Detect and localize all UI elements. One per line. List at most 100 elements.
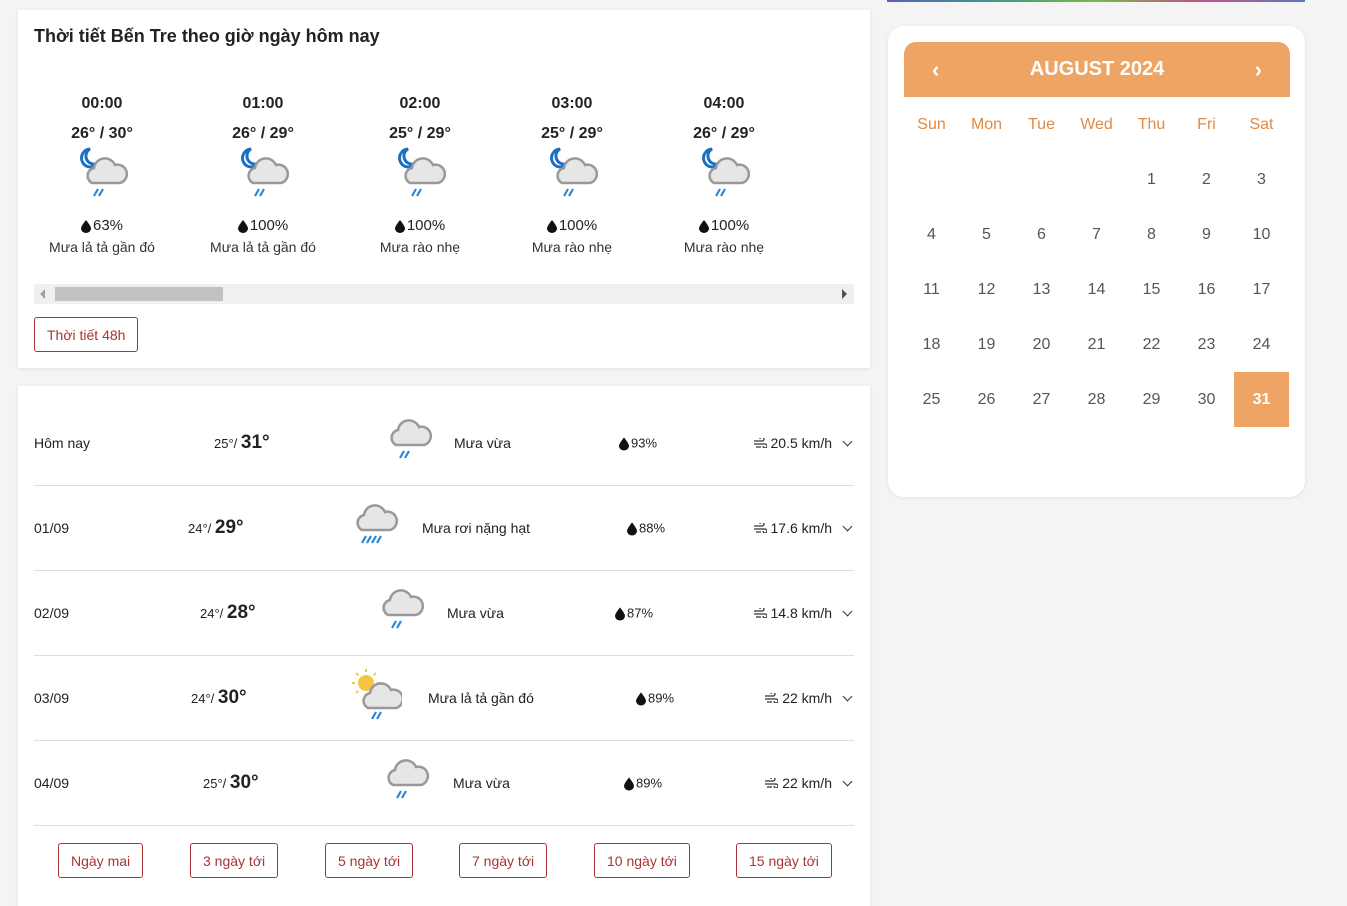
hourly-title: Thời tiết Bến Tre theo giờ ngày hôm nay (34, 26, 380, 46)
calendar-day[interactable]: 24 (1234, 317, 1289, 372)
hour-desc: Mưa rào nhẹ (683, 239, 765, 255)
daily-row[interactable]: Hôm nay 25°/ 31° Mưa vừa 93% 20.5 km/h (34, 401, 854, 486)
day-date: 01/09 (34, 520, 70, 536)
humidity-drop-icon (80, 217, 93, 234)
chevron-down-icon[interactable] (842, 521, 853, 531)
calendar-day[interactable]: 30 (1179, 372, 1234, 427)
calendar-day[interactable]: 12 (959, 262, 1014, 317)
calendar-day[interactable]: 6 (1014, 207, 1069, 262)
calendar-day[interactable]: 26 (959, 372, 1014, 427)
weekday-label: Thu (1137, 116, 1166, 133)
day-date: 02/09 (34, 605, 70, 621)
day-wind: 22 km/h (782, 775, 832, 791)
chevron-down-icon[interactable] (842, 776, 853, 786)
calendar-day[interactable]: 31 (1234, 372, 1289, 427)
scroll-right-arrow-icon[interactable] (842, 289, 847, 299)
chevron-down-icon[interactable] (842, 606, 853, 616)
day-low: 24° (188, 521, 208, 536)
calendar-day[interactable]: 5 (959, 207, 1014, 262)
weekday-label: Fri (1197, 116, 1216, 133)
hour-time: 04:00 (703, 95, 745, 112)
daily-row[interactable]: 02/09 24°/ 28° Mưa vừa 87% 14.8 km/h (34, 571, 854, 656)
hour-time: 00:00 (81, 95, 123, 112)
calendar-day[interactable]: 9 (1179, 207, 1234, 262)
next-month-button[interactable]: › (1255, 57, 1262, 83)
calendar-day[interactable]: 15 (1124, 262, 1179, 317)
hour-desc: Mưa lả tả gần đó (210, 239, 316, 255)
calendar-day[interactable]: 14 (1069, 262, 1124, 317)
calendar-day[interactable]: 20 (1014, 317, 1069, 372)
forecast-range-button[interactable]: 15 ngày tới (736, 843, 832, 878)
calendar-day[interactable]: 8 (1124, 207, 1179, 262)
calendar-day[interactable]: 25 (904, 372, 959, 427)
scrollbar-thumb[interactable] (55, 287, 223, 301)
calendar-day[interactable]: 1 (1124, 152, 1179, 207)
wind-icon (764, 775, 779, 791)
scroll-left-arrow-icon[interactable] (40, 289, 45, 299)
calendar-day[interactable]: 19 (959, 317, 1014, 372)
daily-row[interactable]: 03/09 24°/ 30° Mưa lả tả gần đó 89% 22 k… (34, 656, 854, 741)
calendar-day[interactable]: 7 (1069, 207, 1124, 262)
forecast-range-button[interactable]: 7 ngày tới (459, 843, 548, 878)
calendar-day[interactable]: 21 (1069, 317, 1124, 372)
hourly-forecast-card: Thời tiết Bến Tre theo giờ ngày hôm nay … (18, 10, 870, 368)
weekday-label: Mon (970, 116, 1003, 133)
calendar-day[interactable]: 16 (1179, 262, 1234, 317)
chevron-down-icon[interactable] (842, 691, 853, 701)
calendar-day[interactable]: 10 (1234, 207, 1289, 262)
daily-row[interactable]: 01/09 24°/ 29° Mưa rơi nặng hạt 88% 17.6… (34, 486, 854, 571)
day-wind: 14.8 km/h (770, 605, 832, 621)
calendar-day[interactable]: 3 (1234, 152, 1289, 207)
day-date: 04/09 (34, 775, 70, 791)
calendar-day[interactable]: 11 (904, 262, 959, 317)
forecast-range-button[interactable]: Ngày mai (58, 843, 144, 878)
moon-cloud-rain-icon (344, 145, 496, 217)
calendar-day[interactable]: 4 (904, 207, 959, 262)
hourly-item: 03:00 25° / 29° 100% Mưa rào nhẹ (496, 95, 648, 255)
hour-temp: 26° / 30° (71, 125, 133, 142)
horizontal-scrollbar[interactable] (34, 284, 854, 304)
calendar-day[interactable]: 18 (904, 317, 959, 372)
calendar-day[interactable]: 2 (1179, 152, 1234, 207)
forecast-range-button[interactable]: 5 ngày tới (325, 843, 414, 878)
day-high: 28° (226, 602, 256, 623)
cloud-rain-icon (384, 413, 436, 472)
calendar-card: ‹ AUGUST 2024 › Sun Mon Tue Wed Thu Fri Sat 1 2 3… (888, 26, 1305, 497)
hour-humidity: 100% (558, 217, 598, 234)
daily-row[interactable]: 04/09 25°/ 30° Mưa vừa 89% 22 km/h (34, 741, 854, 826)
forecast-range-button[interactable]: 3 ngày tới (190, 843, 279, 878)
calendar-day[interactable]: 22 (1124, 317, 1179, 372)
hour-humidity: 63% (92, 217, 124, 234)
calendar-day[interactable]: 27 (1014, 372, 1069, 427)
hour-time: 05:00 (800, 95, 854, 125)
day-low: 24° (191, 691, 211, 706)
calendar-day[interactable]: 23 (1179, 317, 1234, 372)
calendar-day[interactable]: 13 (1014, 262, 1069, 317)
prev-month-button[interactable]: ‹ (932, 57, 939, 83)
humidity-drop-icon (615, 605, 627, 621)
hour-time: 02:00 (399, 95, 441, 112)
moon-cloud-rain-icon (34, 145, 178, 217)
calendar-grid: Sun Mon Tue Wed Thu Fri Sat 1 2 3 4 5 6 7 8 9 10 11 12 13 14… (904, 97, 1290, 427)
chevron-down-icon[interactable] (842, 436, 853, 446)
weekday-label: Wed (1080, 116, 1113, 133)
moon-cloud-rain-icon (800, 145, 854, 217)
empty-day (959, 152, 1014, 207)
day-high: 29° (214, 517, 244, 538)
forecast-range-button[interactable]: 10 ngày tới (594, 843, 690, 878)
day-date: Hôm nay (34, 435, 91, 451)
calendar-day[interactable]: 28 (1069, 372, 1124, 427)
hourly-item: 00:00 26° / 30° 63% Mưa lả tả gần đó (34, 95, 178, 255)
calendar-day[interactable]: 29 (1124, 372, 1179, 427)
wind-icon (753, 435, 768, 451)
weather-48h-button[interactable]: Thời tiết 48h (34, 317, 139, 352)
hourly-item: 04:00 26° / 29° 100% Mưa rào nhẹ (648, 95, 800, 255)
weekday-label: Sat (1249, 116, 1274, 133)
hourly-scroll-area[interactable]: 00:00 26° / 30° 63% Mưa lả tả gần đó 01:0… (34, 95, 854, 275)
calendar-day[interactable]: 17 (1234, 262, 1289, 317)
day-desc: Mưa vừa (453, 775, 510, 791)
day-wind: 17.6 km/h (770, 520, 832, 536)
hourly-item: 01:00 26° / 29° 100% Mưa lả tả gần đó (187, 95, 339, 255)
humidity-drop-icon (698, 217, 711, 234)
hour-temp: 25° / 29° (389, 125, 451, 142)
